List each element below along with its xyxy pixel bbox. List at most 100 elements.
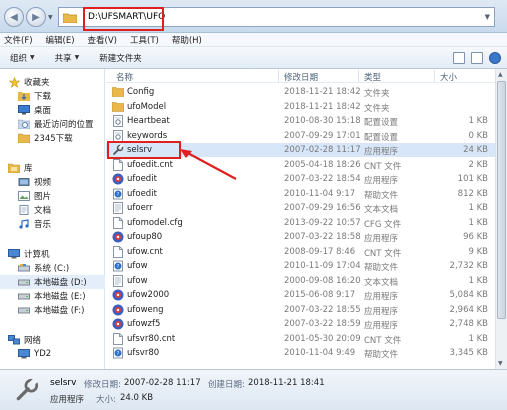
column-date[interactable]: 修改日期 — [284, 71, 318, 83]
nav-item-downloads[interactable]: 下载 — [0, 89, 105, 103]
column-type[interactable]: 类型 — [364, 71, 381, 83]
scroll-down-icon[interactable]: ▼ — [498, 360, 503, 367]
chevron-down-icon: ▼ — [74, 54, 80, 61]
menu-help[interactable]: 帮助(H) — [172, 34, 202, 46]
nav-item-drive-d[interactable]: 本地磁盘 (D:) — [0, 275, 105, 289]
nav-computer[interactable]: 计算机 — [0, 247, 105, 261]
nav-favorites[interactable]: 收藏夹 — [0, 75, 105, 89]
nav-label: 本地磁盘 (E:) — [34, 292, 86, 302]
file-size: 96 KB — [463, 232, 488, 242]
address-chevron-icon[interactable]: ▼ — [485, 13, 490, 21]
organize-button[interactable]: 组织 ▼ — [10, 52, 35, 64]
file-row[interactable]: ufoModel 2018-11-21 18:42 文件夹 — [106, 100, 495, 114]
share-button[interactable]: 共享 ▼ — [55, 52, 80, 64]
file-size: 101 KB — [457, 174, 488, 184]
ufo-app-icon — [112, 289, 124, 301]
config-file-icon — [112, 129, 124, 142]
file-date: 2007-09-29 17:01 — [284, 130, 361, 141]
menu-file[interactable]: 文件(F) — [4, 34, 33, 46]
file-type: 配置设置 — [364, 132, 399, 143]
menu-edit[interactable]: 编辑(E) — [46, 34, 75, 46]
music-library-icon — [18, 219, 30, 230]
scroll-thumb[interactable] — [497, 81, 506, 319]
file-row[interactable]: ufoerr 2007-09-29 16:56 文本文档 1 KB — [106, 201, 495, 215]
red-arrow-annotation — [180, 149, 237, 180]
menu-view[interactable]: 查看(V) — [88, 34, 117, 46]
scroll-up-icon[interactable]: ▲ — [498, 71, 503, 78]
nav-item-drive-c[interactable]: 系统 (C:) — [0, 261, 105, 275]
column-size[interactable]: 大小 — [440, 71, 457, 83]
network-icon — [8, 335, 20, 346]
nav-item-videos[interactable]: 视频 — [0, 175, 105, 189]
nav-item-pictures[interactable]: 图片 — [0, 189, 105, 203]
text-file-icon — [112, 274, 124, 287]
file-row[interactable]: ? ufow 2010-11-09 17:04 帮助文件 2,732 KB — [106, 259, 495, 273]
back-button[interactable]: ◀ — [4, 7, 24, 27]
nav-label: YD2 — [34, 349, 52, 359]
nav-item-yd2[interactable]: YD2 — [0, 347, 105, 361]
column-name[interactable]: 名称 — [116, 71, 133, 83]
folder-icon — [111, 86, 125, 98]
nav-item-recent[interactable]: 最近访问的位置 — [0, 117, 105, 131]
file-row[interactable]: ufsvr80.cnt 2001-05-30 20:09 CNT 文件 1 KB — [106, 332, 495, 346]
file-row[interactable]: ufow2000 2015-06-08 9:17 应用程序 5,084 KB — [106, 288, 495, 302]
file-name: ufow.cnt — [127, 246, 163, 257]
file-name: ufowzf5 — [127, 319, 161, 329]
file-row[interactable]: ufomodel.cfg 2013-09-22 10:57 CFG 文件 1 KB — [106, 216, 495, 230]
nav-label: 本地磁盘 (F:) — [34, 306, 85, 316]
help-icon[interactable] — [489, 52, 501, 64]
menu-tools[interactable]: 工具(T) — [130, 34, 159, 46]
file-name: ufoedit — [127, 188, 157, 199]
file-date: 2005-04-18 18:26 — [284, 159, 361, 170]
library-icon — [8, 163, 20, 174]
vertical-scrollbar[interactable]: ▲ ▼ — [495, 69, 507, 369]
file-row[interactable]: Heartbeat 2010-08-30 15:18 配置设置 1 KB — [106, 114, 495, 128]
nav-libraries[interactable]: 库 — [0, 161, 105, 175]
file-row[interactable]: ufoweng 2007-03-22 18:55 应用程序 2,964 KB — [106, 303, 495, 317]
nav-item-desktop[interactable]: 桌面 — [0, 103, 105, 117]
file-row[interactable]: ufow 2000-09-08 16:20 文本文档 1 KB — [106, 274, 495, 288]
nav-network[interactable]: 网络 — [0, 333, 105, 347]
file-row[interactable]: ufoedit.cnt 2005-04-18 18:26 CNT 文件 2 KB — [106, 158, 495, 172]
blank-file-icon — [112, 332, 124, 345]
file-date: 2001-05-30 20:09 — [284, 333, 361, 344]
file-type: 文本文档 — [364, 277, 399, 288]
file-row[interactable]: ufow.cnt 2008-09-17 8:46 CNT 文件 9 KB — [106, 245, 495, 259]
nav-label: 2345下载 — [34, 134, 73, 144]
column-divider[interactable] — [278, 70, 279, 82]
wrench-app-icon — [16, 377, 39, 401]
view-options-icon[interactable] — [453, 52, 465, 64]
file-size: 5,084 KB — [449, 290, 488, 300]
file-size: 812 KB — [457, 188, 488, 199]
nav-item-2345-downloads[interactable]: 2345下载 — [0, 131, 105, 145]
nav-item-documents[interactable]: 文档 — [0, 203, 105, 217]
nav-item-drive-f[interactable]: 本地磁盘 (F:) — [0, 303, 105, 317]
column-divider[interactable] — [434, 70, 435, 82]
nav-item-drive-e[interactable]: 本地磁盘 (E:) — [0, 289, 105, 303]
file-date: 2007-03-22 18:54 — [284, 174, 361, 184]
details-filename: selsrv — [50, 378, 77, 388]
file-row[interactable]: ufowzf5 2007-03-22 18:59 应用程序 2,748 KB — [106, 317, 495, 331]
system-drive-icon — [18, 263, 30, 274]
forward-button[interactable]: ▶ — [26, 7, 46, 27]
nav-item-music[interactable]: 音乐 — [0, 217, 105, 231]
file-row[interactable]: ? ufsvr80 2010-11-04 9:49 帮助文件 3,345 KB — [106, 346, 495, 360]
file-row[interactable]: Config 2018-11-21 18:42 文件夹 — [106, 85, 495, 99]
nav-label: 下载 — [34, 92, 52, 102]
folder-icon — [18, 133, 30, 144]
file-date: 2007-03-22 18:58 — [284, 232, 361, 242]
file-row[interactable]: ufoedit 2007-03-22 18:54 应用程序 101 KB — [106, 172, 495, 186]
file-date: 2007-09-29 16:56 — [284, 203, 361, 213]
preview-pane-icon[interactable] — [471, 52, 483, 64]
file-date: 2000-09-08 16:20 — [284, 275, 361, 286]
file-name: ufow — [127, 275, 148, 286]
file-row[interactable]: ufoup80 2007-03-22 18:58 应用程序 96 KB — [106, 230, 495, 244]
file-date: 2013-09-22 10:57 — [284, 217, 361, 228]
forward-arrow-icon: ▶ — [32, 11, 40, 23]
new-folder-button[interactable]: 新建文件夹 — [99, 52, 142, 64]
column-divider[interactable] — [358, 70, 359, 82]
file-name: ufoModel — [127, 101, 167, 112]
recent-pages-dropdown-icon[interactable]: ▼ — [48, 14, 53, 21]
details-created-value: 2018-11-21 18:41 — [248, 378, 325, 388]
file-row[interactable]: ? ufoedit 2010-11-04 9:17 帮助文件 812 KB — [106, 187, 495, 201]
